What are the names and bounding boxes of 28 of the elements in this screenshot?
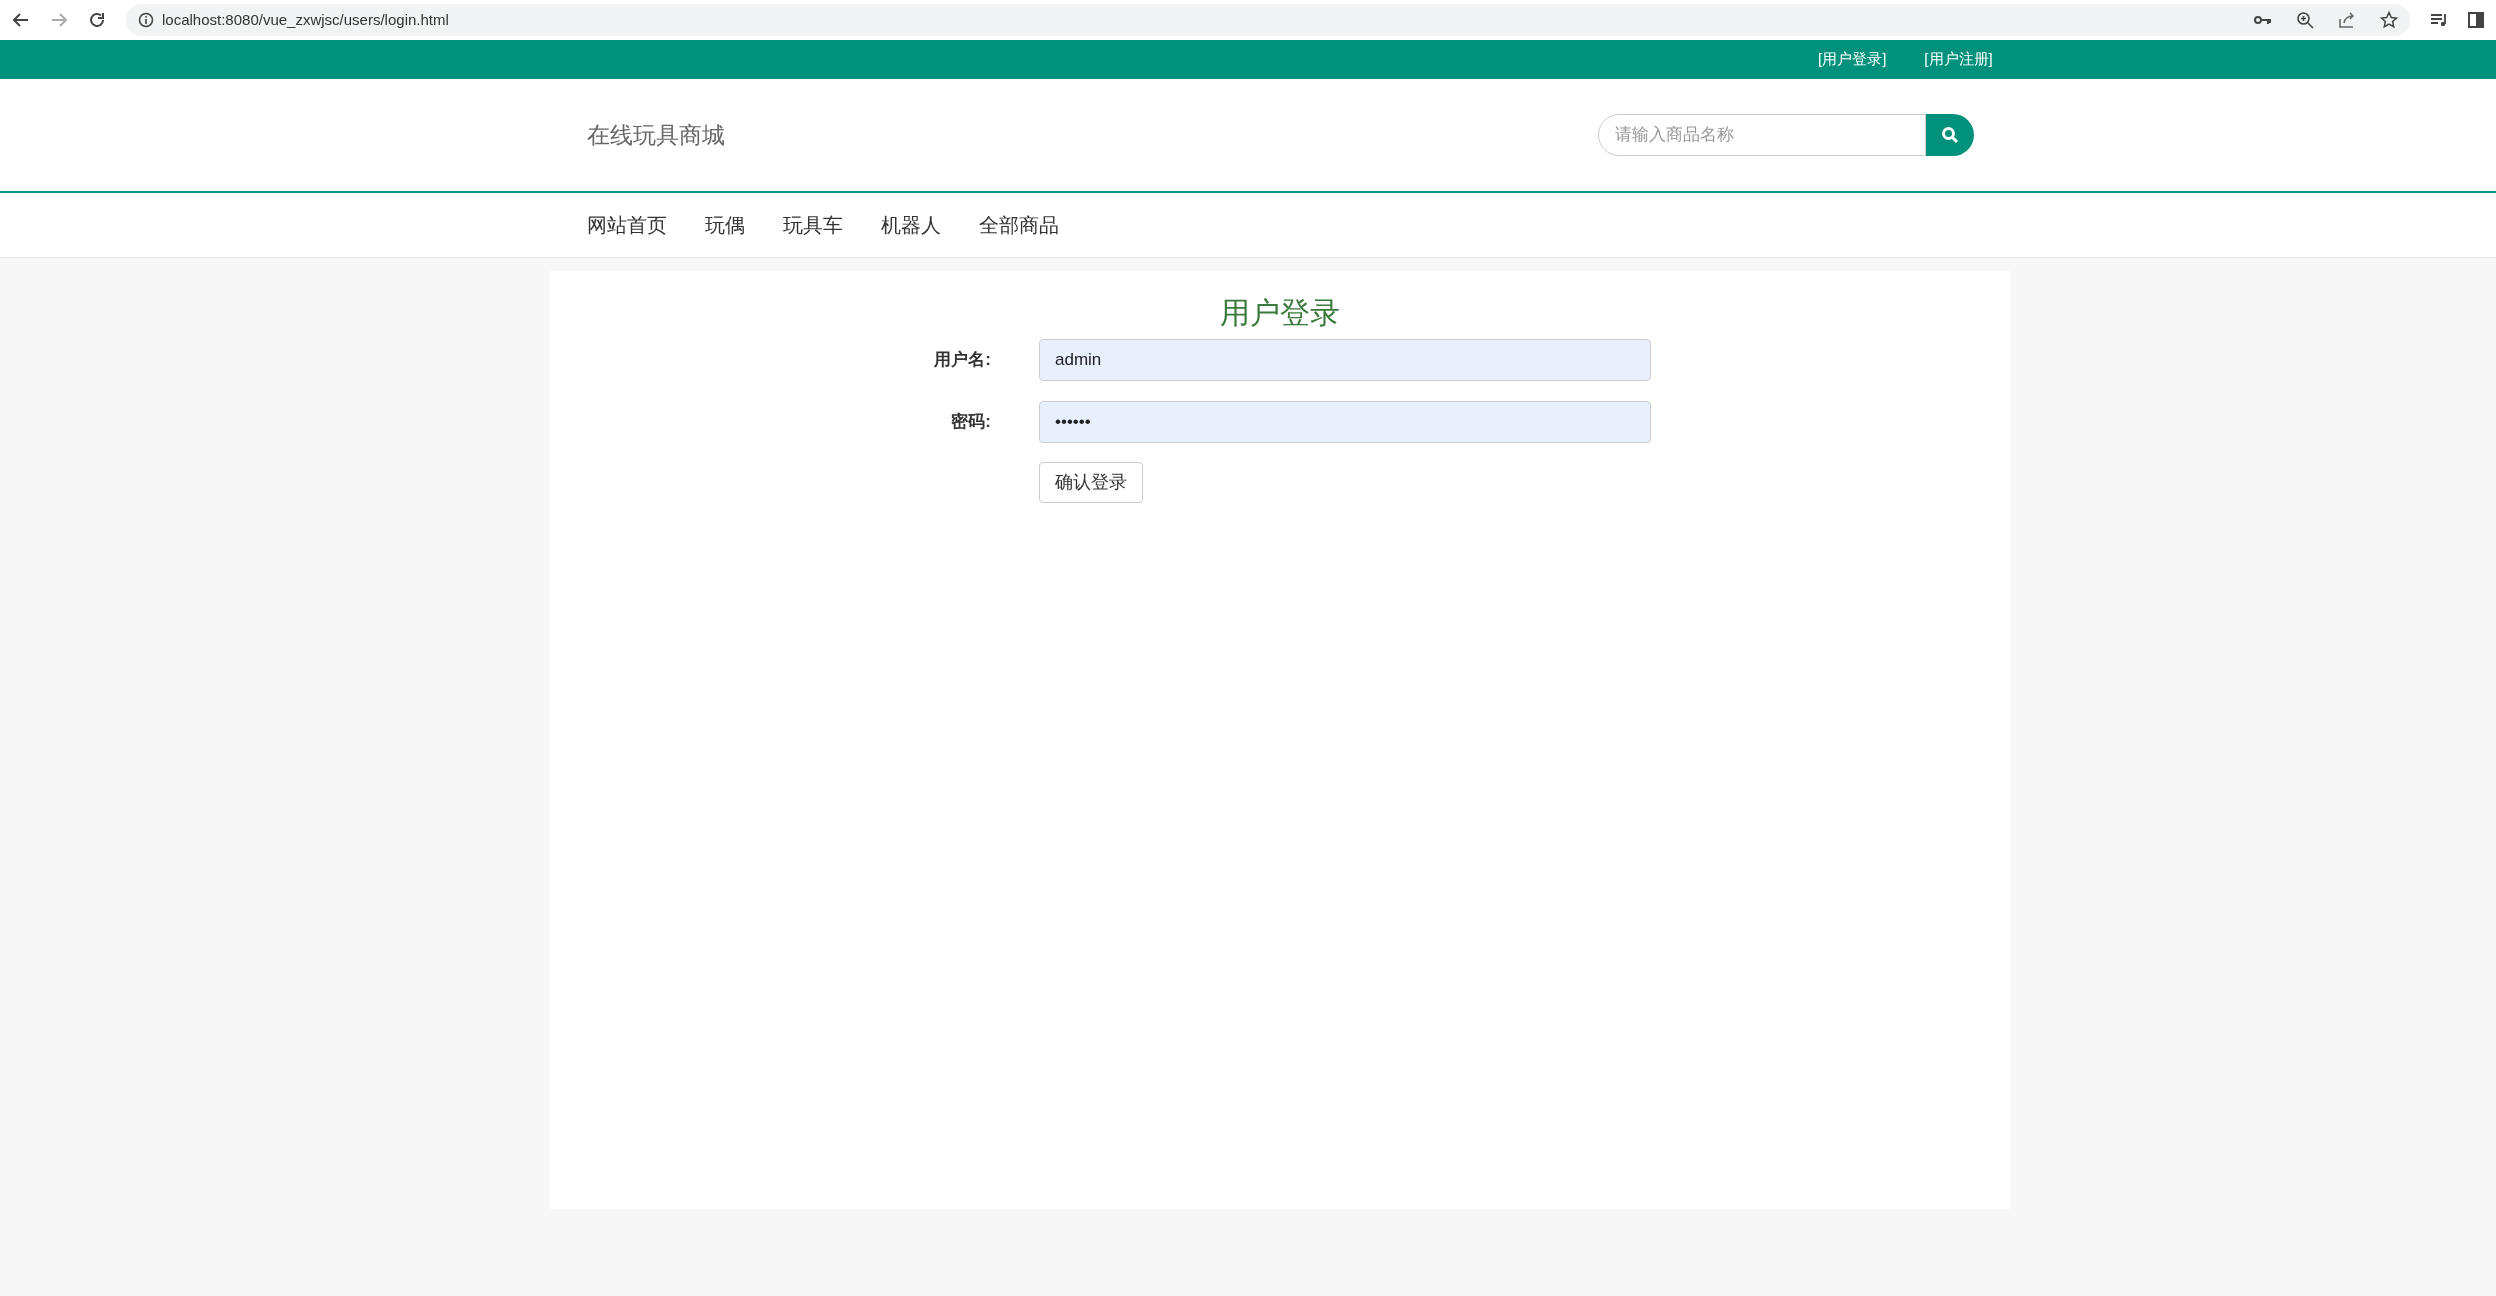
sidebar-icon[interactable] (2468, 12, 2484, 28)
top-link[interactable]: [用户注册] (1924, 48, 1993, 71)
login-button[interactable]: 确认登录 (1039, 462, 1143, 503)
search-button[interactable] (1926, 114, 1974, 156)
site-logo[interactable]: 在线玩具商城 (587, 117, 725, 153)
back-icon[interactable] (12, 11, 30, 29)
field-label: 密码: (950, 411, 992, 434)
search-icon (1941, 126, 1959, 144)
search-field[interactable]: 请输入商品名称 (1598, 114, 1926, 156)
nav-link[interactable]: 网站首页 (587, 210, 667, 240)
reload-icon[interactable] (88, 11, 106, 29)
media-icon[interactable] (2430, 12, 2448, 28)
text-field[interactable]: •••••• (1039, 401, 1651, 443)
text-field[interactable]: admin (1039, 339, 1651, 381)
share-icon[interactable] (2338, 11, 2356, 29)
star-icon[interactable] (2380, 11, 2398, 29)
nav-link[interactable]: 机器人 (881, 210, 941, 240)
info-icon[interactable] (138, 12, 154, 28)
url-text: localhost:8080/vue_zxwjsc/users/login.html (162, 9, 449, 30)
zoom-icon[interactable] (2296, 11, 2314, 29)
top-link[interactable]: [用户登录] (1818, 48, 1887, 71)
address-bar[interactable]: localhost:8080/vue_zxwjsc/users/login.html (126, 4, 2410, 36)
nav-link[interactable]: 玩偶 (705, 210, 745, 240)
key-icon[interactable] (2254, 14, 2272, 26)
nav-link[interactable]: 全部商品 (979, 210, 1059, 240)
nav-link[interactable]: 玩具车 (783, 210, 843, 240)
login-title: 用户登录 (1220, 295, 1340, 331)
field-label: 用户名: (933, 349, 992, 372)
